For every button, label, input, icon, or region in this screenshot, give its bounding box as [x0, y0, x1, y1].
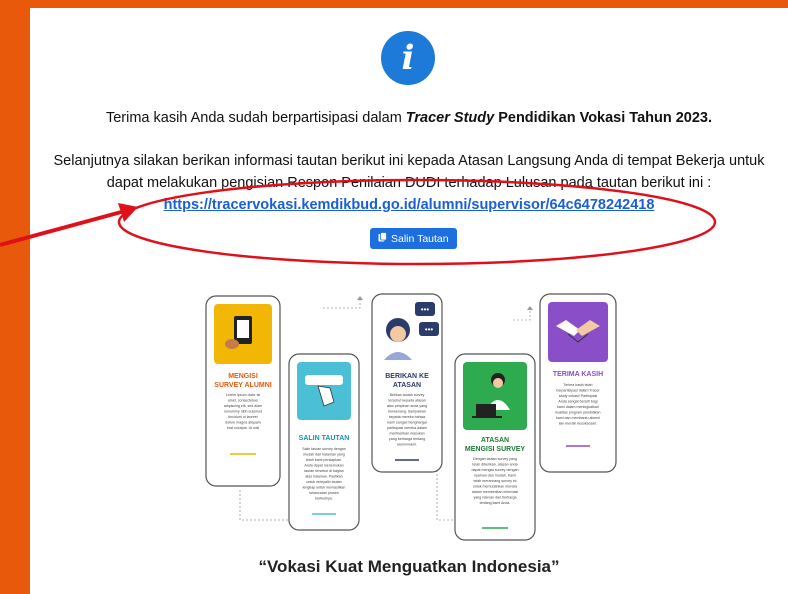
tagline: “Vokasi Kuat Menguatkan Indonesia” — [258, 557, 560, 576]
step-3-body-line: partisipasi mereka dalam — [387, 426, 427, 430]
step-2-title: SALIN TAUTAN — [299, 435, 350, 442]
step-5-body-line: kami dalam meningkatkan — [557, 405, 599, 409]
step-3-body-line: Berikan tautan survey — [390, 393, 425, 397]
step-2-body-line: kelancaran proses — [309, 491, 339, 495]
step-3-body-line: atau pimpinan anda yang — [387, 404, 427, 408]
step-4-body-line: dalam memberikan informasi — [472, 490, 518, 494]
step-2-body-line: berikutnya. — [315, 497, 333, 501]
step-5-body-line: kami dan membantu alumni — [556, 416, 600, 420]
step-4-body-line: yang relevan dan berharga — [474, 496, 517, 500]
step-3-body-line: yang berharga tentang — [389, 437, 425, 441]
step-1-body-line: amet, consectetuer — [228, 399, 259, 403]
step-2-body-line: lengkap untuk memastikan — [303, 486, 346, 490]
step-1-body-line: nonummy nibh euismod — [224, 410, 262, 414]
step-5-body-line: kualitas program pendidikan — [556, 411, 601, 415]
step-2-body-line: mudah dari halaman yang — [303, 453, 345, 457]
svg-text:•••: ••• — [421, 305, 430, 314]
step-5-body-line: berpartisipasi dalam Tracer — [556, 389, 600, 393]
step-3-body-line: berwenang. Sampaikan — [388, 410, 426, 414]
step-1-title-a: MENGISI — [228, 373, 258, 380]
step-4-title-a: ATASAN — [481, 437, 509, 444]
step-5-body-line: Anda sangat berarti bagi — [558, 400, 597, 404]
step-3-body-line: tersebut kepada atasan — [388, 399, 426, 403]
step-3-title-a: BERIKAN KE — [385, 373, 429, 380]
step-2-body-line: Anda dapat menemukan — [304, 464, 343, 468]
step-1-body-line: Lorem ipsum dolor sit — [226, 393, 260, 397]
step-4-body-line: untuk memudahkan mereka — [473, 485, 518, 489]
step-2-body-line: telah kami persiapkan. — [306, 458, 342, 462]
step-1-body-line: dolore magna aliquam — [225, 421, 261, 425]
step-2-body-line: untuk menyalin tautan — [306, 480, 341, 484]
svg-text:•••: ••• — [425, 325, 434, 334]
step-3-body-line: kepada mereka bahwa — [389, 415, 425, 419]
step-1-body-line: tincidunt ut laoreet — [228, 415, 257, 419]
step-5-title: TERIMA KASIH — [553, 371, 603, 378]
step-1-body-line: erat volutpat. Ut wisi — [227, 426, 260, 430]
step-3-body-line: kami sangat menghargai — [387, 421, 427, 425]
step-3-body-line: alumni kami. — [397, 443, 417, 447]
step-card-terima-kasih: TERIMA KASIH Terima kasih telah berpartis… — [539, 293, 617, 473]
step-4-title-b: MENGISI SURVEY — [465, 446, 525, 453]
step-card-mengisi-survey-alumni: MENGISI SURVEY ALUMNI Lorem ipsum dolor … — [205, 295, 281, 487]
step-2-body-line: Salin tautan survey dengan — [302, 447, 346, 451]
step-5-body-line: lain meraih kesuksesan. — [559, 422, 598, 426]
step-4-body-line: telah merancang survey ini — [474, 479, 517, 483]
step-4-body-line: telah diberikan, atasan anda — [472, 463, 517, 467]
step-3-title-b: ATASAN — [393, 382, 421, 389]
step-card-atasan-mengisi-survey: ATASAN MENGISI SURVEY Dengan tautan surv… — [454, 353, 536, 541]
step-5-body-line: study vokasi! Partisipasi — [559, 394, 598, 398]
step-4-body-line: nyaman dan mudah. Kami — [474, 474, 516, 478]
step-5-body-line: Terima kasih telah — [564, 383, 593, 387]
step-4-body-line: dapat mengisi survey dengan — [472, 468, 519, 472]
step-1-body-line: adipiscing elit, sed diam — [224, 404, 262, 408]
step-2-body-line: atas halaman. Pastikan — [305, 475, 342, 479]
step-4-body-line: Dengan tautan survey yang — [473, 457, 517, 461]
step-2-body-line: tautan tersebut di bagian — [304, 469, 344, 473]
infographic: MENGISI SURVEY ALUMNI Lorem ipsum dolor … — [205, 293, 617, 541]
step-1-title-b: SURVEY ALUMNI — [214, 382, 271, 389]
step-4-body-line: tentang kami Anda. — [480, 501, 511, 505]
step-3-body-line: memberikan masukan — [389, 432, 424, 436]
step-card-salin-tautan: SALIN TAUTAN Salin tautan survey dengan m… — [288, 353, 360, 531]
step-card-berikan-ke-atasan: ••• ••• BERIKAN KE ATASAN Berikan tautan… — [371, 293, 443, 473]
